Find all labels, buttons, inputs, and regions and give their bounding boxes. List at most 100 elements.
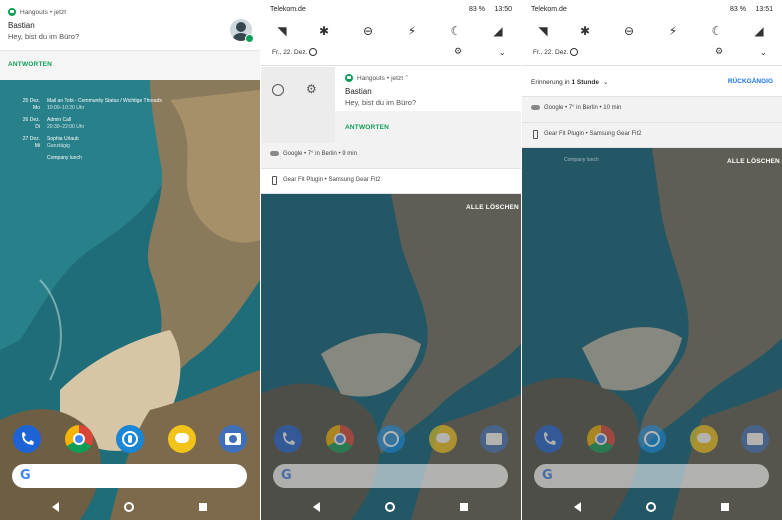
google-row-text: Google • 7° in Berlin • 9 min [283, 151, 357, 157]
agenda-item[interactable]: 25 Dez. Mo Mail an Tobi - Community Statu… [18, 98, 258, 112]
nav-bar [261, 498, 521, 516]
agenda-time: Ganztägig [47, 143, 70, 149]
agenda-item[interactable]: 26 Dez. Di Admin Call 20:30–22:00 Uhr [18, 117, 258, 131]
google-search-bar[interactable]: G [534, 464, 769, 488]
undo-button[interactable]: RÜCKGÄNGIG [728, 78, 773, 85]
google-notification-row[interactable]: Google • 7° in Berlin • 10 min [522, 97, 782, 123]
recents-icon[interactable] [199, 503, 207, 511]
notification-card[interactable]: Hangouts • jetzt ˄ Bastian Hey, bist du … [335, 67, 521, 111]
chrome-app-icon[interactable] [587, 425, 615, 453]
password-app-icon[interactable] [116, 425, 144, 453]
date-label: Fr., 22. Dez. [533, 49, 569, 56]
snooze-reminder-row: Erinnerung in 1 Stunde ⌄ RÜCKGÄNGIG [522, 67, 782, 97]
snooze-reminder-label[interactable]: Erinnerung in 1 Stunde ⌄ [531, 78, 608, 86]
hangouts-icon [8, 8, 16, 16]
settings-icon[interactable]: ⚙ [715, 48, 723, 57]
mobile-data-icon[interactable]: ◢ [491, 24, 505, 38]
back-icon[interactable] [52, 502, 59, 512]
recents-icon[interactable] [721, 503, 729, 511]
mobile-data-icon[interactable]: ◢ [752, 24, 766, 38]
notification-app-name: Hangouts [357, 74, 385, 82]
chrome-app-icon[interactable] [65, 425, 93, 453]
camera-app-icon[interactable] [219, 425, 247, 453]
back-icon[interactable] [313, 502, 320, 512]
lockscreen-panel: Hangouts • jetzt Bastian Hey, bist du im… [0, 0, 260, 520]
clear-all-button[interactable]: ALLE LÖSCHEN [466, 204, 519, 211]
google-notification-row[interactable]: Google • 7° in Berlin • 9 min [261, 143, 521, 169]
reply-button[interactable]: ANTWORTEN [345, 124, 389, 131]
camera-app-icon[interactable] [480, 425, 508, 453]
home-icon[interactable] [646, 502, 656, 512]
home-icon[interactable] [124, 502, 134, 512]
allo-app-icon[interactable] [168, 425, 196, 453]
phone-icon [533, 130, 538, 139]
google-search-bar[interactable]: G [273, 464, 508, 488]
phone-icon [272, 176, 277, 185]
agenda-widget[interactable]: 25 Dez. Mo Mail an Tobi - Community Statu… [18, 98, 258, 167]
agenda-title: Mail an Tobi - Community Status / Wichti… [47, 98, 162, 104]
agenda-date: 27 Dez. [22, 136, 40, 142]
flashlight-off-icon[interactable]: ⚡ [405, 24, 419, 38]
chrome-app-icon[interactable] [326, 425, 354, 453]
clear-all-button[interactable]: ALLE LÖSCHEN [727, 158, 780, 165]
agenda-time: 20:30–22:00 Uhr [47, 124, 85, 130]
night-light-icon[interactable]: ☾ [449, 24, 463, 38]
night-light-icon[interactable]: ☾ [710, 24, 724, 38]
reply-button[interactable]: ANTWORTEN [8, 61, 52, 68]
back-icon[interactable] [574, 502, 581, 512]
notification-settings-icon[interactable]: ⚙ [306, 82, 317, 96]
bluetooth-icon[interactable]: ✱ [578, 24, 592, 38]
notification-app-name: Hangouts [20, 8, 48, 16]
notification-title: Bastian [8, 21, 35, 30]
gearfit-notification-row[interactable]: Gear Fit Plugin • Samsung Gear Fit2 [522, 123, 782, 148]
quick-settings-row: ◥ ✱ ⊖ ⚡ ☾ ◢ [261, 20, 521, 42]
agenda-weekday: Mo [33, 105, 40, 111]
google-search-bar[interactable]: G [12, 464, 247, 488]
password-app-icon[interactable] [377, 425, 405, 453]
app-dock [522, 425, 782, 455]
agenda-date: 25 Dez. [22, 98, 40, 104]
agenda-item[interactable]: Company lunch [18, 155, 258, 162]
notification-actions: ANTWORTEN [335, 111, 521, 143]
phone-app-icon[interactable] [13, 425, 41, 453]
camera-app-icon[interactable] [741, 425, 769, 453]
flashlight-off-icon[interactable]: ⚡ [666, 24, 680, 38]
notification-card[interactable]: Hangouts • jetzt Bastian Hey, bist du im… [0, 0, 260, 80]
password-app-icon[interactable] [638, 425, 666, 453]
notification-time: jetzt [391, 74, 404, 82]
home-icon[interactable] [385, 502, 395, 512]
agenda-item[interactable]: 27 Dez. Mi Sophia Urlaub Ganztägig [18, 136, 258, 150]
notification-title: Bastian [345, 87, 372, 96]
allo-app-icon[interactable] [690, 425, 718, 453]
snooze-clock-icon[interactable] [272, 84, 284, 96]
date-label: Fr., 22. Dez. [272, 49, 308, 56]
recents-icon[interactable] [460, 503, 468, 511]
do-not-disturb-icon[interactable]: ⊖ [361, 24, 375, 38]
phone-app-icon[interactable] [274, 425, 302, 453]
allo-app-icon[interactable] [429, 425, 457, 453]
expand-chevron-icon[interactable]: ⌄ [760, 48, 767, 57]
notification-text: Hey, bist du im Büro? [345, 98, 417, 107]
do-not-disturb-icon[interactable]: ⊖ [622, 24, 636, 38]
status-bar: Telekom.de 83 % 13:50 [261, 0, 521, 20]
bluetooth-icon[interactable]: ✱ [317, 24, 331, 38]
wifi-icon[interactable]: ◥ [536, 24, 550, 38]
gearfit-row-text: Gear Fit Plugin • Samsung Gear Fit2 [544, 131, 642, 137]
notification-header: Hangouts • jetzt [0, 0, 260, 16]
collapse-chevron-icon[interactable]: ˄ [405, 74, 408, 82]
cloud-icon [531, 105, 540, 110]
alarm-icon[interactable] [309, 48, 317, 56]
notification-header: Hangouts • jetzt ˄ [335, 67, 521, 82]
agenda-time: 10:00–10:20 Uhr [47, 105, 85, 111]
notification-time: jetzt [54, 8, 67, 16]
date-row: Fr., 22. Dez. ⚙ ⌄ [522, 42, 782, 66]
dropdown-chevron-icon: ⌄ [602, 78, 609, 86]
notification-actions: ANTWORTEN [0, 50, 260, 80]
nav-bar [522, 498, 782, 516]
alarm-icon[interactable] [570, 48, 578, 56]
wifi-icon[interactable]: ◥ [275, 24, 289, 38]
gearfit-notification-row[interactable]: Gear Fit Plugin • Samsung Gear Fit2 [261, 169, 521, 194]
expand-chevron-icon[interactable]: ⌄ [499, 48, 506, 57]
phone-app-icon[interactable] [535, 425, 563, 453]
settings-icon[interactable]: ⚙ [454, 48, 462, 57]
